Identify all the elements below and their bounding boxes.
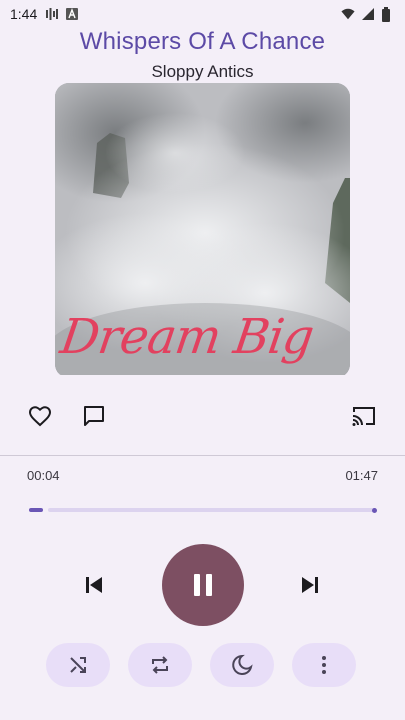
album-art-text: Dream Big [57,309,317,365]
a-badge-icon [65,7,79,21]
sleep-timer-button[interactable] [210,643,274,687]
wifi-icon [341,7,355,21]
repeat-button[interactable] [128,643,192,687]
heart-outline-icon[interactable] [26,402,54,430]
shuffle-button[interactable] [46,643,110,687]
seek-bar-remaining [48,508,376,512]
seek-bar-end-dot [372,507,377,513]
album-art: Dream Big [55,83,350,378]
seek-bar-fill [29,508,43,512]
skip-next-icon[interactable] [296,571,324,599]
pause-icon [190,572,216,598]
elapsed-time: 00:04 [27,468,60,483]
track-artist: Sloppy Antics [151,62,254,81]
comment-icon[interactable] [80,402,108,430]
status-bar: 1:44 [0,0,405,28]
total-time: 01:47 [345,468,378,483]
shuffle-icon [68,655,88,675]
track-title: Whispers Of A Chance [79,28,326,55]
divider [0,455,405,456]
player-sheet: 00:04 01:47 [0,375,405,720]
skip-previous-icon[interactable] [80,571,108,599]
sleep-timer-moon-icon [231,654,253,676]
more-vertical-icon [321,655,327,675]
battery-icon [381,7,395,22]
cellular-icon [361,7,375,21]
action-row [0,375,405,455]
status-time: 1:44 [10,6,38,22]
seek-bar[interactable] [29,507,377,513]
cast-icon[interactable] [350,402,378,430]
play-pause-button[interactable] [162,544,244,626]
more-options-button[interactable] [292,643,356,687]
repeat-icon [149,655,171,675]
signal-bars-icon [45,7,59,21]
